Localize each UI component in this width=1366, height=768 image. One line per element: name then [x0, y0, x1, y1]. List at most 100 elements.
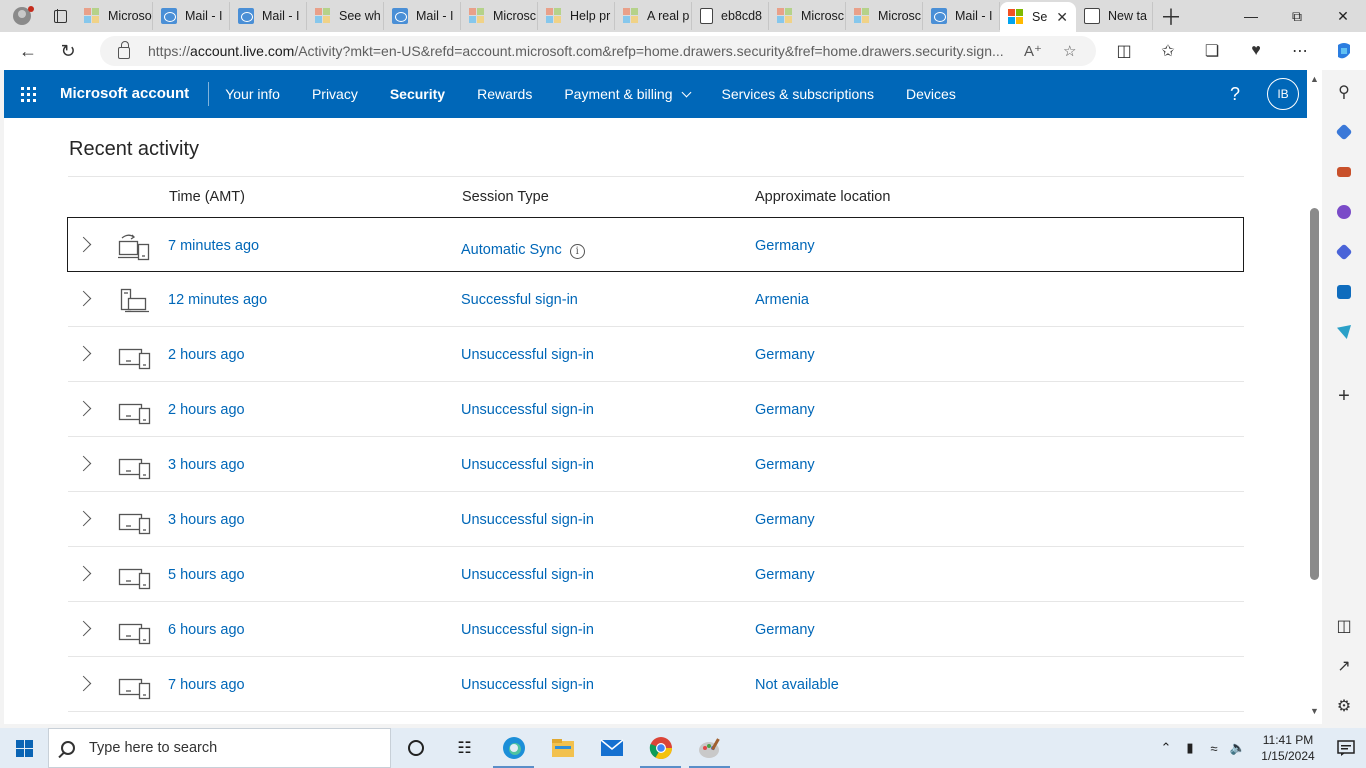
activity-row[interactable]: 2 hours ago Unsuccessful sign-in Germany	[68, 382, 1244, 437]
activity-location[interactable]: Germany	[755, 457, 815, 473]
activity-row[interactable]: 7 hours ago Unsuccessful sign-in Not avail…	[68, 657, 1244, 712]
activity-time[interactable]: 6 hours ago	[168, 622, 245, 638]
activity-row[interactable]: 2 hours ago Unsuccessful sign-in Germany	[68, 327, 1244, 382]
activity-location[interactable]: Germany	[755, 347, 815, 363]
restore-button[interactable]: ⧉	[1274, 0, 1320, 32]
taskbar-edge[interactable]	[489, 728, 538, 768]
tab[interactable]: Microsc	[846, 2, 923, 30]
minimize-button[interactable]: —	[1228, 0, 1274, 32]
tab[interactable]: Mail - I	[153, 2, 230, 30]
url-text[interactable]: https://account.live.com/Activity?mkt=en…	[148, 43, 1018, 59]
tab[interactable]: Microsc	[769, 2, 846, 30]
sidebar-add-icon[interactable]: +	[1334, 385, 1354, 407]
activity-time[interactable]: 3 hours ago	[168, 457, 245, 473]
help-icon[interactable]: ?	[1211, 84, 1259, 105]
activity-location[interactable]: Germany	[755, 567, 815, 583]
chevron-right-icon[interactable]	[75, 345, 92, 362]
chevron-right-icon[interactable]	[75, 400, 92, 417]
activity-time[interactable]: 7 hours ago	[168, 677, 245, 693]
profile-button[interactable]	[0, 0, 44, 32]
favorites-icon[interactable]: ✩	[1146, 32, 1190, 70]
network-icon[interactable]: ≈	[1202, 741, 1226, 756]
tab[interactable]: Mail - I	[384, 2, 461, 30]
sidebar-outlook-icon[interactable]	[1334, 282, 1354, 302]
copilot-icon[interactable]	[1322, 32, 1366, 70]
scroll-thumb[interactable]	[1310, 208, 1319, 580]
sidebar-open-external-icon[interactable]: ↗	[1334, 656, 1354, 676]
collections-icon[interactable]: ❏	[1190, 32, 1234, 70]
close-tab-icon[interactable]: ✕	[1056, 9, 1068, 26]
activity-time[interactable]: 3 hours ago	[168, 512, 245, 528]
tab-active[interactable]: Se ✕	[1000, 2, 1076, 32]
nav-item-rewards[interactable]: Rewards	[461, 70, 548, 118]
chevron-right-icon[interactable]	[75, 510, 92, 527]
address-bar[interactable]: https://account.live.com/Activity?mkt=en…	[100, 36, 1096, 66]
activity-row[interactable]: 6 hours ago Unsuccessful sign-in Germany	[68, 602, 1244, 657]
tab[interactable]: Microsc	[461, 2, 538, 30]
activity-time[interactable]: 7 minutes ago	[168, 238, 259, 254]
tab-actions-button[interactable]	[44, 0, 76, 32]
chevron-right-icon[interactable]	[75, 565, 92, 582]
activity-location[interactable]: Germany	[755, 622, 815, 638]
read-aloud-icon[interactable]: A⁺	[1024, 42, 1042, 60]
taskbar-mail[interactable]	[587, 728, 636, 768]
nav-item-services-subscriptions[interactable]: Services & subscriptions	[706, 70, 891, 118]
activity-session-type[interactable]: Successful sign-in	[461, 292, 578, 308]
activity-location[interactable]: Germany	[755, 512, 815, 528]
task-view-button[interactable]: ☷	[440, 728, 489, 768]
notifications-button[interactable]	[1326, 739, 1366, 757]
activity-session-type[interactable]: Unsuccessful sign-in	[461, 402, 594, 418]
taskbar-search-box[interactable]: Type here to search	[48, 728, 391, 768]
start-button[interactable]	[0, 728, 48, 768]
sidebar-settings-icon[interactable]: ⚙	[1334, 696, 1354, 716]
volume-icon[interactable]: 🔈	[1226, 740, 1250, 756]
activity-row[interactable]: 7 minutes ago Automatic Sync i Germany	[67, 217, 1244, 272]
activity-session-type[interactable]: Unsuccessful sign-in	[461, 677, 594, 693]
sidebar-search-icon[interactable]: ⚲	[1334, 82, 1354, 102]
activity-location[interactable]: Germany	[755, 402, 815, 418]
activity-time[interactable]: 5 hours ago	[168, 567, 245, 583]
favorite-star-icon[interactable]: ☆	[1063, 42, 1076, 60]
split-screen-icon[interactable]: ◫	[1102, 32, 1146, 70]
tray-overflow-icon[interactable]: ⌃	[1154, 740, 1178, 756]
activity-row[interactable]: 3 hours ago Unsuccessful sign-in Germany	[68, 492, 1244, 547]
activity-time[interactable]: 12 minutes ago	[168, 292, 267, 308]
refresh-button[interactable]: ↻	[48, 32, 88, 70]
sidebar-hide-icon[interactable]: ◫	[1334, 616, 1354, 636]
app-launcher-icon[interactable]	[4, 70, 52, 118]
battery-icon[interactable]: ▮	[1178, 740, 1202, 756]
activity-session-type[interactable]: Automatic Sync i	[461, 242, 585, 259]
scroll-down-icon[interactable]: ▼	[1310, 706, 1319, 716]
activity-location[interactable]: Armenia	[755, 292, 809, 308]
activity-time[interactable]: 2 hours ago	[168, 347, 245, 363]
nav-item-devices[interactable]: Devices	[890, 70, 972, 118]
nav-item-your-info[interactable]: Your info	[209, 70, 296, 118]
nav-item-security[interactable]: Security	[374, 70, 461, 118]
sidebar-drop-icon[interactable]	[1334, 322, 1354, 342]
chevron-right-icon[interactable]	[75, 675, 92, 692]
info-icon[interactable]: i	[569, 244, 585, 259]
taskbar-paint[interactable]	[685, 728, 734, 768]
activity-row[interactable]: 5 hours ago Unsuccessful sign-in Germany	[68, 547, 1244, 602]
activity-row[interactable]: 3 hours ago Unsuccessful sign-in Germany	[68, 437, 1244, 492]
brand-title[interactable]: Microsoft account	[60, 82, 210, 106]
activity-row[interactable]: 12 minutes ago Successful sign-in Armenia	[68, 272, 1244, 327]
tab[interactable]: Help pr	[538, 2, 615, 30]
taskbar-file-explorer[interactable]	[538, 728, 587, 768]
taskbar-clock[interactable]: 11:41 PM 1/15/2024	[1250, 732, 1326, 764]
scroll-up-icon[interactable]: ▲	[1310, 74, 1319, 84]
new-tab-button[interactable]: ＋	[1153, 0, 1189, 32]
activity-session-type[interactable]: Unsuccessful sign-in	[461, 347, 594, 363]
sidebar-games-icon[interactable]	[1334, 202, 1354, 222]
chevron-right-icon[interactable]	[75, 620, 92, 637]
activity-location[interactable]: Not available	[755, 677, 839, 693]
chevron-right-icon[interactable]	[75, 236, 92, 253]
sidebar-shopping-icon[interactable]	[1334, 122, 1354, 142]
activity-session-type[interactable]: Unsuccessful sign-in	[461, 512, 594, 528]
sidebar-office-icon[interactable]	[1334, 242, 1354, 262]
sidebar-tools-icon[interactable]	[1334, 162, 1354, 182]
activity-location[interactable]: Germany	[755, 238, 815, 254]
activity-session-type[interactable]: Unsuccessful sign-in	[461, 567, 594, 583]
tab[interactable]: Microsof	[76, 2, 153, 30]
tab[interactable]: A real p	[615, 2, 692, 30]
